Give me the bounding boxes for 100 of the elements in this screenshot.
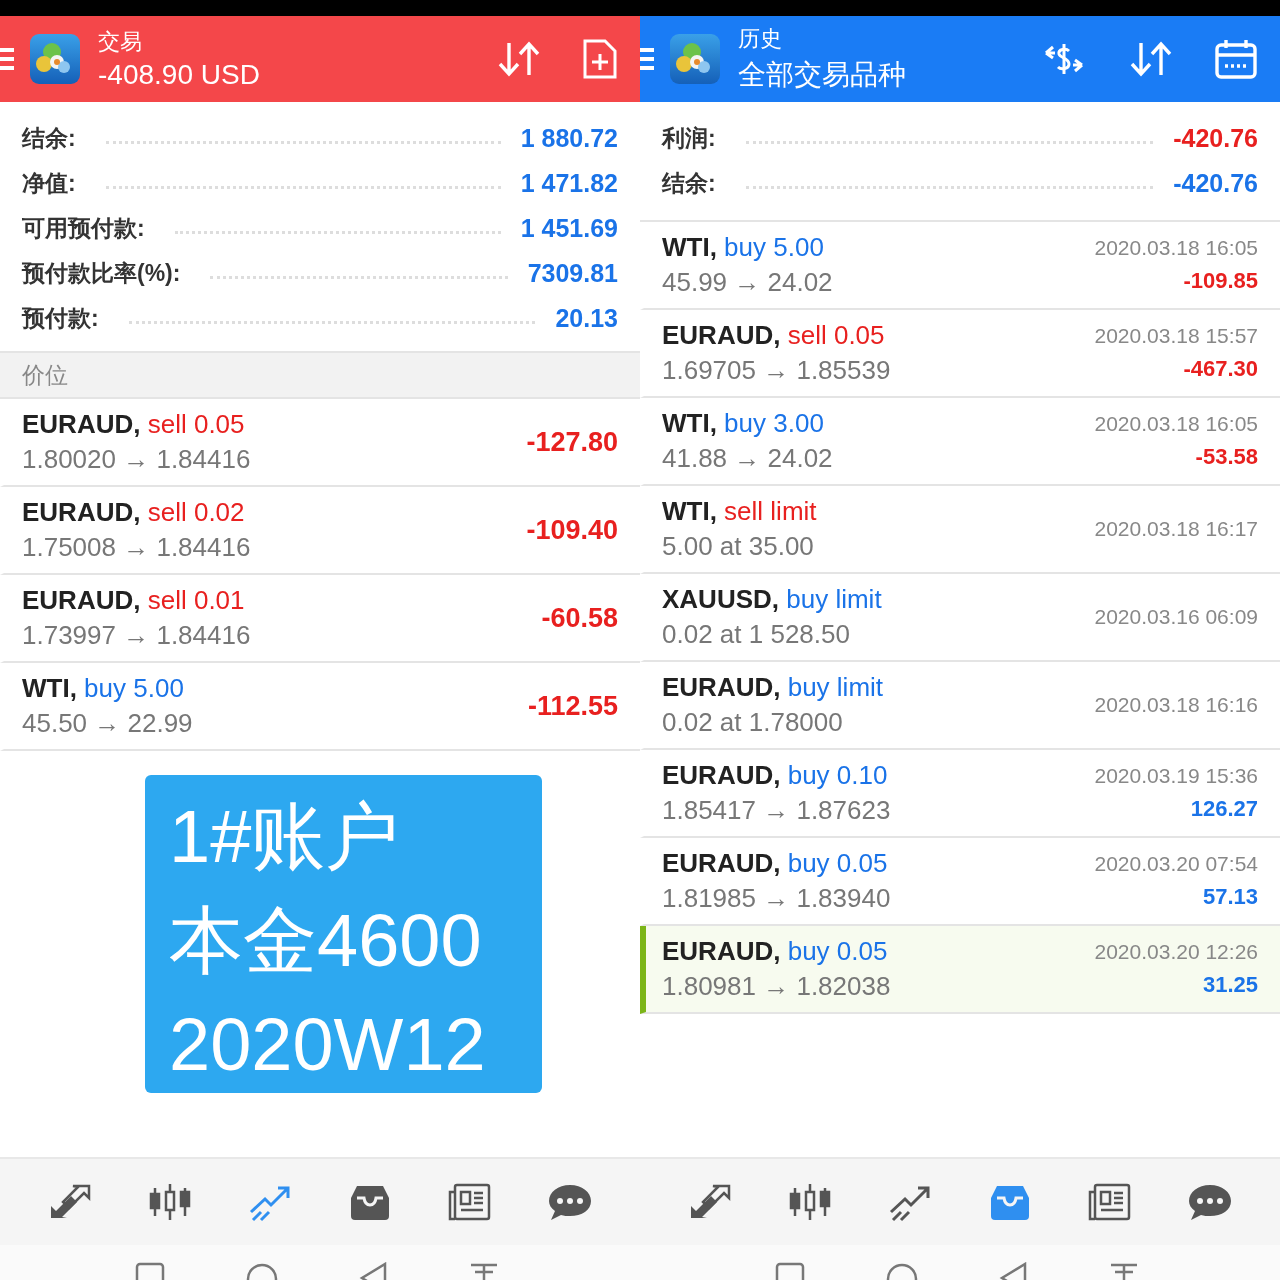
notification-icon[interactable] xyxy=(1109,1262,1139,1280)
trade-row[interactable]: EURAUD, buy 0.10 1.85417 → 1.87623 2020.03.19 15:36 126.27 xyxy=(640,750,1280,838)
back-icon[interactable] xyxy=(999,1262,1029,1280)
screen-title: 交易 xyxy=(98,28,143,56)
trade-symbol: EURAUD, xyxy=(22,585,141,615)
trade-action: buy 5.00 xyxy=(724,232,824,262)
trade-profit: 57.13 xyxy=(1202,884,1258,910)
notification-icon[interactable] xyxy=(469,1262,499,1280)
trade-time: 2020.03.18 16:05 xyxy=(1094,412,1258,436)
home-icon[interactable] xyxy=(245,1262,279,1280)
trade-action: buy limit xyxy=(787,672,884,702)
chat-bubble-icon[interactable] xyxy=(1187,1182,1233,1222)
summary-label: 可用预付款: xyxy=(22,214,145,243)
trade-action: buy 3.00 xyxy=(724,408,824,438)
trade-action: buy limit xyxy=(786,584,882,614)
trade-symbol: WTI, xyxy=(662,496,717,526)
newspaper-icon[interactable] xyxy=(1087,1182,1133,1222)
trade-prices: 1.81985 → 1.83940 xyxy=(662,883,892,914)
trade-time: 2020.03.18 16:16 xyxy=(1094,693,1258,717)
trade-profit: 126.27 xyxy=(1190,796,1258,822)
trade-profit: -112.55 xyxy=(527,690,618,722)
trade-prices: 0.02 at 1.78000 xyxy=(662,707,844,738)
trade-action: buy 0.05 xyxy=(787,848,888,878)
trade-time: 2020.03.18 16:05 xyxy=(1094,236,1258,260)
trade-prices: 1.85417 → 1.87623 xyxy=(662,795,892,826)
summary-value: -420.76 xyxy=(1173,169,1258,198)
sort-icon[interactable] xyxy=(496,39,542,79)
note-text: 1#账户 xyxy=(169,794,401,880)
trade-symbol: XAUUSD, xyxy=(662,584,779,614)
trade-row[interactable]: EURAUD, sell 0.05 1.80020 → 1.84416 -127.80 xyxy=(0,399,640,487)
trade-prices: 1.75008 → 1.84416 xyxy=(22,532,252,563)
trade-profit: -127.80 xyxy=(526,426,618,458)
trade-prices: 1.80020 → 1.84416 xyxy=(22,444,252,475)
trade-profit: -60.58 xyxy=(541,602,618,634)
candlestick-icon[interactable] xyxy=(147,1182,193,1222)
summary-label: 结余: xyxy=(22,124,76,153)
trade-time: 2020.03.20 07:54 xyxy=(1094,852,1258,876)
sort-icon[interactable] xyxy=(1128,39,1174,79)
trade-symbol: EURAUD, xyxy=(662,320,781,350)
trade-symbol: WTI, xyxy=(662,232,717,262)
menu-icon[interactable] xyxy=(640,46,654,72)
trade-symbol: EURAUD, xyxy=(662,848,781,878)
trade-prices: 1.80981 → 1.82038 xyxy=(662,971,892,1002)
menu-icon[interactable] xyxy=(0,46,14,72)
trade-row[interactable]: EURAUD, buy limit 0.02 at 1.78000 2020.03.18 16:16 xyxy=(640,662,1280,750)
trade-row[interactable]: EURAUD, buy 0.05 1.80981 → 1.82038 2020.03.20 12:26 31.25 xyxy=(640,926,1280,1014)
note-text: 2020W12 xyxy=(169,1002,487,1088)
screen-subtitle: 全部交易品种 xyxy=(738,58,907,92)
screen-subtitle: -408.90 USD xyxy=(98,59,261,91)
trade-action: sell 0.05 xyxy=(787,320,885,350)
trade-prices: 0.02 at 1 528.50 xyxy=(662,619,851,650)
trade-row[interactable]: EURAUD, sell 0.02 1.75008 → 1.84416 -109.40 xyxy=(0,487,640,575)
trade-time: 2020.03.20 12:26 xyxy=(1094,940,1258,964)
summary-value: 20.13 xyxy=(555,304,618,333)
calendar-icon[interactable] xyxy=(1214,38,1258,80)
summary-value: 1 471.82 xyxy=(520,169,618,198)
trade-prices: 45.50 → 22.99 xyxy=(22,708,194,739)
trade-time: 2020.03.18 15:57 xyxy=(1094,324,1258,348)
trade-row[interactable]: WTI, sell limit 5.00 at 35.00 2020.03.18 16:17 xyxy=(640,486,1280,574)
trade-action: sell 0.02 xyxy=(147,497,245,527)
trade-action: sell 0.01 xyxy=(147,585,245,615)
newspaper-icon[interactable] xyxy=(447,1182,493,1222)
summary-value: 7309.81 xyxy=(527,259,618,288)
trade-action: sell 0.05 xyxy=(147,409,245,439)
summary-label: 预付款比率(%): xyxy=(22,259,181,288)
trade-row[interactable]: WTI, buy 5.00 45.50 → 22.99 -112.55 xyxy=(0,663,640,751)
trade-profit: -109.40 xyxy=(526,514,618,546)
trade-row[interactable]: EURAUD, sell 0.01 1.73997 → 1.84416 -60.58 xyxy=(0,575,640,663)
trade-prices: 1.69705 → 1.85539 xyxy=(662,355,892,386)
trade-row[interactable]: WTI, buy 3.00 41.88 → 24.02 2020.03.18 16:05 -53.58 xyxy=(640,398,1280,486)
trade-row[interactable]: WTI, buy 5.00 45.99 → 24.02 2020.03.18 16:05 -109.85 xyxy=(640,222,1280,310)
trade-profit: -467.30 xyxy=(1183,356,1258,382)
trade-row[interactable]: EURAUD, sell 0.05 1.69705 → 1.85539 2020.03.18 15:57 -467.30 xyxy=(640,310,1280,398)
trade-profit: 31.25 xyxy=(1202,972,1258,998)
trade-symbol: WTI, xyxy=(662,408,717,438)
recent-apps-icon[interactable] xyxy=(135,1262,165,1280)
app-logo-icon xyxy=(30,34,80,84)
trade-time: 2020.03.16 06:09 xyxy=(1094,605,1258,629)
summary-label: 结余: xyxy=(662,169,716,198)
home-icon[interactable] xyxy=(885,1262,919,1280)
summary-label: 预付款: xyxy=(22,304,99,333)
app-logo-icon xyxy=(670,34,720,84)
trade-prices: 1.73997 → 1.84416 xyxy=(22,620,252,651)
trade-symbol: WTI, xyxy=(22,673,77,703)
trade-time: 2020.03.18 16:17 xyxy=(1094,517,1258,541)
section-title: 价位 xyxy=(22,360,68,390)
candlestick-icon[interactable] xyxy=(787,1182,833,1222)
trade-symbol: EURAUD, xyxy=(22,409,141,439)
back-icon[interactable] xyxy=(359,1262,389,1280)
recent-apps-icon[interactable] xyxy=(775,1262,805,1280)
trade-action: buy 0.05 xyxy=(787,936,888,966)
trade-symbol: EURAUD, xyxy=(662,672,781,702)
trade-prices: 45.99 → 24.02 xyxy=(662,267,834,298)
new-document-icon[interactable] xyxy=(582,38,618,80)
note-text: 本金4600 xyxy=(169,898,483,984)
trade-action: buy 0.10 xyxy=(787,760,888,790)
chat-bubble-icon[interactable] xyxy=(547,1182,593,1222)
trade-time: 2020.03.19 15:36 xyxy=(1094,764,1258,788)
summary-value: 1 880.72 xyxy=(520,124,618,153)
trade-row[interactable]: XAUUSD, buy limit 0.02 at 1 528.50 2020.03.16 06:09 xyxy=(640,574,1280,662)
